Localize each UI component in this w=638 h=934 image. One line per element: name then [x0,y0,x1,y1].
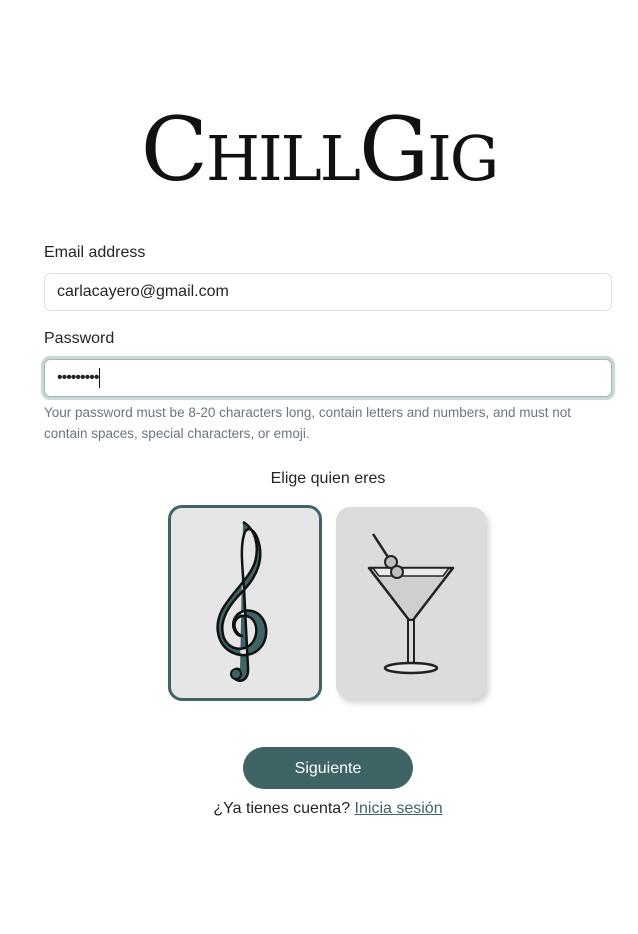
chillgig-logo: ChillGig [140,98,500,201]
password-field[interactable]: ••••••••• [44,359,612,397]
login-prompt-line: ¿Ya tienes cuenta? Inicia sesión [0,800,638,818]
role-picker-title: Elige quien eres [270,470,386,487]
email-field[interactable]: carlacayero@gmail.com [44,273,612,311]
martini-glass-icon [367,533,455,675]
password-value: ••••••••• [57,369,99,386]
password-help-text: Your password must be 8-20 characters lo… [44,405,572,441]
email-label: Email address [44,244,146,261]
treble-clef-icon [216,520,268,682]
password-label: Password [44,330,115,347]
role-option-guest[interactable] [336,507,486,699]
role-option-musician[interactable] [168,505,322,701]
email-value: carlacayero@gmail.com [57,283,229,300]
login-link[interactable]: Inicia sesión [355,800,443,817]
text-caret [99,367,101,388]
login-prompt: ¿Ya tienes cuenta? [213,800,351,817]
next-button[interactable]: Siguiente [243,747,413,789]
